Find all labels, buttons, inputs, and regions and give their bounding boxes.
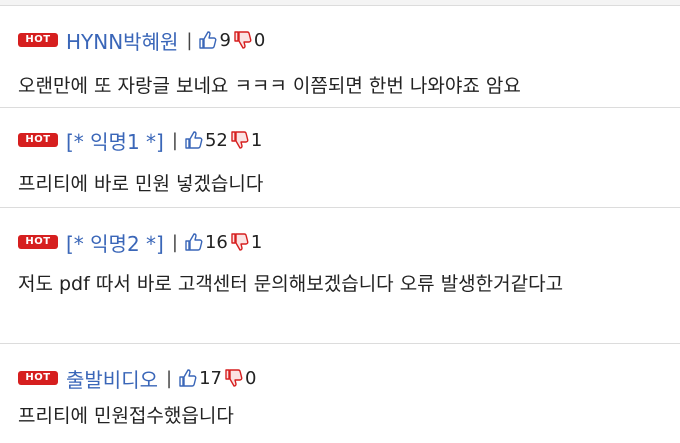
thumbs-up-icon[interactable] xyxy=(178,368,198,388)
comment-item: HOT 출발비디오 | 17 0 프리티에 민원접수했읍니다 xyxy=(0,344,680,443)
thumbs-up-icon[interactable] xyxy=(184,232,204,252)
comment-text: 프리티에 바로 민원 넣겠습니다 xyxy=(18,173,264,195)
hot-badge: HOT xyxy=(18,33,58,47)
hot-badge: HOT xyxy=(18,371,58,385)
like-count: 52 xyxy=(204,129,228,151)
dislike-count: 0 xyxy=(244,367,257,389)
comment-text: 오랜만에 또 자랑글 보네요 ㅋㅋㅋ 이쯤되면 한번 나와야죠 암요 xyxy=(18,75,521,97)
comment-author[interactable]: [* 익명2 *] xyxy=(66,228,164,257)
separator: | xyxy=(166,367,173,389)
dislike-count: 1 xyxy=(250,129,263,151)
hot-badge: HOT xyxy=(18,133,58,147)
thumbs-down-icon[interactable] xyxy=(233,30,253,50)
comment-author[interactable]: [* 익명1 *] xyxy=(66,126,164,155)
comment-item: HOT HYNN박혜원 | 9 0 오랜만에 또 자랑글 보네요 ㅋㅋㅋ 이쯤되… xyxy=(0,6,680,108)
comment-text: 프리티에 민원접수했읍니다 xyxy=(18,405,234,427)
thumbs-up-icon[interactable] xyxy=(184,130,204,150)
thumbs-down-icon[interactable] xyxy=(224,368,244,388)
dislike-count: 1 xyxy=(250,231,263,253)
thumbs-down-icon[interactable] xyxy=(230,232,250,252)
dislike-count: 0 xyxy=(253,29,266,51)
like-count: 9 xyxy=(219,29,231,51)
comment-author[interactable]: 출발비디오 xyxy=(66,364,158,393)
comment-author[interactable]: HYNN박혜원 xyxy=(66,26,178,55)
separator: | xyxy=(171,129,178,151)
separator: | xyxy=(171,231,178,253)
comment-meta: HOT 출발비디오 | 17 0 xyxy=(18,364,258,393)
comment-item: HOT [* 익명2 *] | 16 1 저도 pdf 따서 바로 고객센터 문… xyxy=(0,208,680,344)
like-count: 16 xyxy=(204,231,228,253)
thumbs-down-icon[interactable] xyxy=(230,130,250,150)
comment-text: 저도 pdf 따서 바로 고객센터 문의해보겠습니다 오류 발생한거같다고 xyxy=(18,273,564,295)
comment-item: HOT [* 익명1 *] | 52 1 프리티에 바로 민원 넣겠습니다 xyxy=(0,108,680,208)
comment-meta: HOT [* 익명1 *] | 52 1 xyxy=(18,126,264,155)
thumbs-up-icon[interactable] xyxy=(198,30,218,50)
comment-meta: HOT [* 익명2 *] | 16 1 xyxy=(18,228,264,257)
comment-meta: HOT HYNN박혜원 | 9 0 xyxy=(18,26,267,55)
hot-badge: HOT xyxy=(18,235,58,249)
like-count: 17 xyxy=(199,367,222,389)
separator: | xyxy=(186,29,193,51)
